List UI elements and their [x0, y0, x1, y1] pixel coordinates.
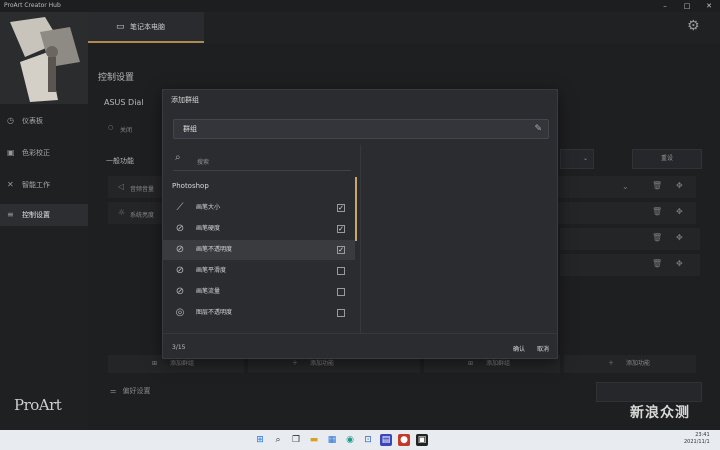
dialog-footer: 3/15 确认 取消 [163, 333, 557, 359]
app-window: ProArt Creator Hub – □ ✕ ◷ 仪表板 ▣ 色彩校正 ✕ … [0, 0, 720, 430]
selection-count: 3/15 [172, 344, 186, 351]
settings-app-icon[interactable]: ⊡ [362, 434, 374, 446]
search-icon[interactable]: ⌕ [272, 434, 284, 446]
brush-size-icon: ⟋ [176, 202, 184, 213]
device-tab[interactable]: ▭ 笔记本电脑 [88, 12, 204, 43]
brush-smooth-icon: ⊘ [175, 265, 185, 276]
sidebar-item-control-settings[interactable]: ≡ 控制设置 [0, 204, 88, 226]
edge-icon[interactable]: ◉ [344, 434, 356, 446]
sidebar-item-smart-work[interactable]: ✕ 智能工作 [0, 174, 88, 196]
taskbar: ⊞ ⌕ ❐ ▬ ▦ ◉ ⊡ ▤ ● ▣ 23:41 2021/11/1 [0, 430, 720, 450]
sidebar: ◷ 仪表板 ▣ 色彩校正 ✕ 智能工作 ≡ 控制设置 ProArt [0, 12, 88, 430]
checkbox[interactable] [337, 267, 345, 275]
checkbox[interactable]: ✓ [337, 225, 345, 233]
file-explorer-icon[interactable]: ▬ [308, 434, 320, 446]
list-item[interactable]: ⟋ 画笔大小 ✓ [163, 198, 355, 218]
close-button[interactable]: ✕ [698, 0, 720, 12]
title-bar: ProArt Creator Hub – □ ✕ [0, 0, 720, 12]
windows-start-icon[interactable]: ⊞ [254, 434, 266, 446]
gear-icon[interactable]: ⚙ [687, 18, 700, 34]
brush-opacity-icon: ⊘ [175, 244, 185, 255]
checkbox[interactable] [337, 309, 345, 317]
sidebar-item-color-calibration[interactable]: ▣ 色彩校正 [0, 142, 88, 164]
scrollbar[interactable] [355, 177, 357, 241]
maximize-button[interactable]: □ [676, 0, 698, 12]
checkbox[interactable]: ✓ [337, 246, 345, 254]
cancel-button[interactable]: 取消 [537, 344, 549, 353]
brush-flow-icon: ⊘ [175, 286, 185, 297]
function-list-pane: ⌕ 搜索 Photoshop ⟋ 画笔大小 ✓ ⊘ 画笔硬度 ✓ ⊘ 画笔不透明… [163, 145, 359, 333]
search-input[interactable]: ⌕ 搜索 [173, 149, 351, 171]
layer-opacity-icon: ◎ [175, 307, 185, 318]
list-item[interactable]: ⊘ 画笔硬度 ✓ [163, 219, 355, 239]
brush-hardness-icon: ⊘ [175, 223, 185, 234]
dialog-title: 添加群组 [171, 96, 199, 104]
sidebar-item-dashboard[interactable]: ◷ 仪表板 [0, 110, 88, 132]
confirm-button[interactable]: 确认 [513, 344, 525, 353]
selected-functions-pane [360, 145, 558, 333]
add-group-dialog: 添加群组 群组 ✎ ⌕ 搜索 Photoshop ⟋ 画笔大小 ✓ ⊘ 画笔硬度… [162, 89, 558, 359]
equalizer-icon: ≡ [7, 210, 14, 219]
task-view-icon[interactable]: ❐ [290, 434, 302, 446]
proart-artwork [0, 12, 88, 104]
minimize-button[interactable]: – [654, 0, 676, 12]
watermark-logo: 新浪众测 [630, 405, 690, 421]
palette-icon: ▣ [7, 148, 15, 157]
proart-logo: ProArt [14, 396, 62, 414]
checkbox[interactable]: ✓ [337, 204, 345, 212]
tools-icon: ✕ [7, 180, 14, 189]
checkbox[interactable] [337, 288, 345, 296]
pencil-icon[interactable]: ✎ [534, 120, 542, 138]
group-name-field[interactable]: 群组 ✎ [173, 119, 549, 139]
app-icon[interactable]: ● [398, 434, 410, 446]
proart-app-icon[interactable]: ▤ [380, 434, 392, 446]
store-icon[interactable]: ▦ [326, 434, 338, 446]
app-icon[interactable]: ▣ [416, 434, 428, 446]
window-title: ProArt Creator Hub [4, 2, 61, 9]
app-section-label: Photoshop [172, 182, 209, 190]
search-icon: ⌕ [175, 152, 181, 163]
list-item[interactable]: ⊘ 画笔不透明度 ✓ [163, 240, 355, 260]
list-item[interactable]: ⊘ 画笔流量 [163, 282, 355, 302]
list-item[interactable]: ⊘ 画笔平滑度 [163, 261, 355, 281]
list-item[interactable]: ◎ 图层不透明度 [163, 303, 355, 323]
system-clock[interactable]: 23:41 2021/11/1 [684, 432, 710, 446]
laptop-icon: ▭ [116, 22, 125, 32]
clock-icon: ◷ [7, 116, 14, 125]
